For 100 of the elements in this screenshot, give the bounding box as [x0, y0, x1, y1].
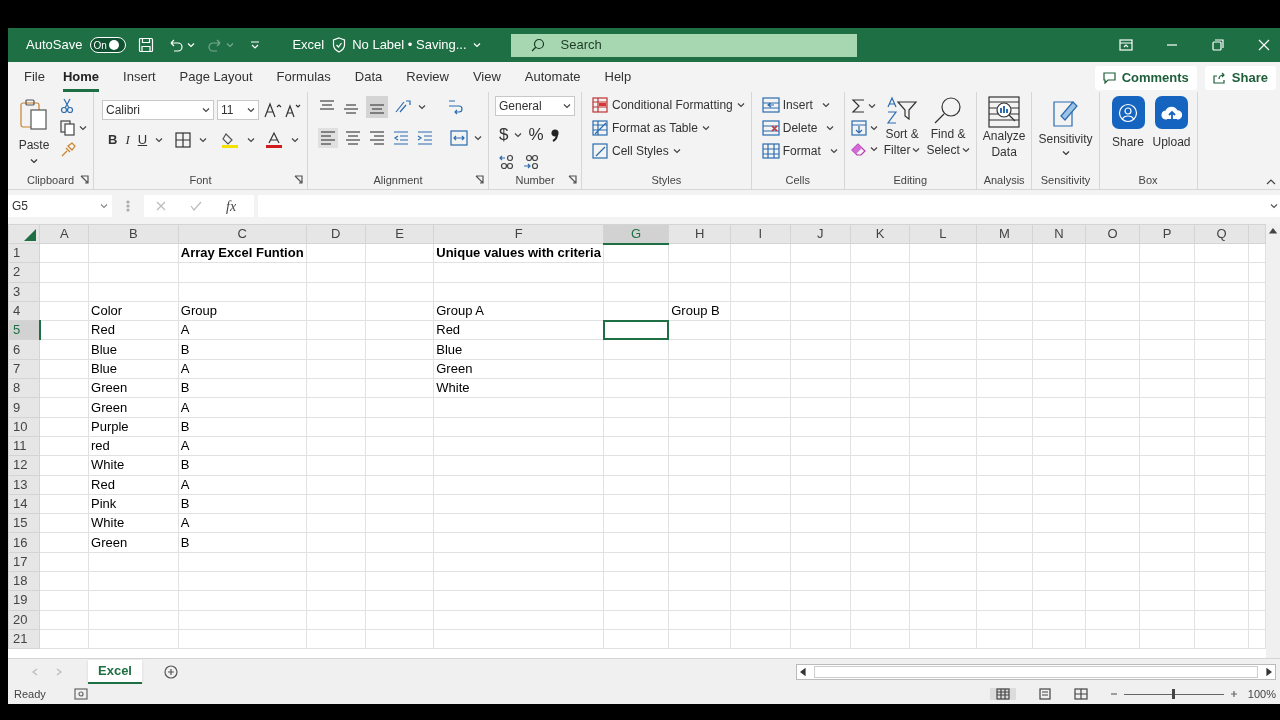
- caret-icon[interactable]: [701, 125, 710, 131]
- wrap-text-icon[interactable]: [446, 98, 464, 116]
- name-box[interactable]: G5: [8, 195, 112, 217]
- caret-icon[interactable]: [821, 102, 830, 108]
- zoom-in-icon[interactable]: [1229, 690, 1238, 698]
- caret-icon[interactable]: [247, 136, 256, 143]
- collapse-ribbon-icon[interactable]: [1266, 179, 1276, 185]
- ribbon-tab[interactable]: Formulas: [276, 64, 331, 92]
- vertical-scrollbar[interactable]: [1266, 224, 1280, 658]
- dialog-launcher-icon[interactable]: [475, 175, 484, 184]
- caret-icon[interactable]: [867, 103, 876, 109]
- shield-icon[interactable]: [332, 37, 347, 53]
- find-select-button[interactable]: Find & Select: [926, 96, 970, 158]
- close-icon[interactable]: [1258, 39, 1270, 51]
- caret-icon[interactable]: [199, 136, 208, 143]
- ribbon-tab[interactable]: Data: [354, 64, 383, 92]
- fill-down-icon[interactable]: [850, 120, 867, 136]
- column-header[interactable]: P: [1139, 224, 1195, 244]
- accessibility-icon[interactable]: [73, 688, 88, 700]
- ribbon-tab[interactable]: Review: [406, 64, 449, 92]
- dialog-launcher-icon[interactable]: [80, 175, 89, 184]
- sensitivity-button[interactable]: Sensitivity: [1038, 96, 1093, 156]
- cells-menu-button[interactable]: Delete: [761, 119, 838, 137]
- caret-icon[interactable]: [563, 103, 571, 109]
- sensitivity-label[interactable]: No Label • Saving...: [352, 35, 467, 55]
- column-header[interactable]: Q: [1194, 224, 1249, 244]
- caret-icon[interactable]: [1061, 150, 1070, 156]
- cells-menu-button[interactable]: Insert: [761, 96, 838, 114]
- customize-toolbar-icon[interactable]: [250, 41, 261, 49]
- page-break-view-icon[interactable]: [1073, 688, 1088, 700]
- active-cell[interactable]: [602, 320, 670, 341]
- caret-icon[interactable]: [736, 102, 745, 108]
- column-header[interactable]: F: [433, 224, 604, 244]
- column-header[interactable]: A: [39, 224, 89, 244]
- decrease-font-size-icon[interactable]: [285, 102, 301, 118]
- column-header[interactable]: D: [306, 224, 366, 244]
- caret-icon[interactable]: [912, 147, 921, 153]
- formula-input[interactable]: [258, 195, 1280, 217]
- italic-button[interactable]: I: [125, 130, 130, 150]
- normal-view-icon[interactable]: [995, 688, 1010, 700]
- add-sheet-icon[interactable]: [164, 664, 178, 679]
- caret-icon[interactable]: [826, 125, 835, 131]
- column-header[interactable]: G: [603, 224, 669, 244]
- zoom-slider[interactable]: [1123, 689, 1224, 699]
- autosave-toggle[interactable]: On: [90, 37, 127, 53]
- caret-icon[interactable]: [474, 135, 482, 141]
- ribbon-display-icon[interactable]: [1119, 39, 1133, 51]
- font-size-field[interactable]: 11: [217, 100, 259, 120]
- eraser-icon[interactable]: [850, 142, 867, 156]
- caret-icon[interactable]: [202, 107, 210, 113]
- restore-icon[interactable]: [1212, 39, 1224, 51]
- column-header[interactable]: E: [365, 224, 434, 244]
- caret-icon[interactable]: [672, 148, 681, 154]
- column-header[interactable]: L: [909, 224, 977, 244]
- caret-icon[interactable]: [829, 148, 838, 154]
- number-format-field[interactable]: General: [495, 96, 575, 116]
- column-header[interactable]: B: [88, 224, 179, 244]
- format-painter-icon[interactable]: [60, 142, 76, 158]
- ribbon-tab[interactable]: Home: [62, 64, 100, 92]
- ribbon-tab[interactable]: Automate: [524, 64, 581, 92]
- sum-icon[interactable]: [850, 98, 865, 114]
- scroll-left-icon[interactable]: [800, 667, 806, 676]
- paste-button[interactable]: Paste: [14, 96, 54, 164]
- caret-icon[interactable]: [1270, 203, 1278, 209]
- dialog-launcher-icon[interactable]: [568, 175, 577, 184]
- undo-icon[interactable]: [168, 37, 185, 53]
- save-icon[interactable]: [138, 37, 155, 53]
- align-left-icon[interactable]: [319, 129, 337, 147]
- scroll-up-icon[interactable]: [1269, 228, 1277, 234]
- percent-button[interactable]: %: [528, 122, 544, 148]
- merge-center-icon[interactable]: [450, 130, 468, 146]
- column-header[interactable]: M: [976, 224, 1033, 244]
- dialog-launcher-icon[interactable]: [294, 175, 303, 184]
- style-menu-button[interactable]: Format as Table: [592, 119, 745, 137]
- column-header[interactable]: C: [178, 224, 307, 244]
- currency-button[interactable]: $: [499, 122, 509, 148]
- sheet-tab[interactable]: Excel: [88, 659, 142, 684]
- font-name-field[interactable]: Calibri: [102, 100, 214, 120]
- align-right-icon[interactable]: [368, 129, 386, 147]
- font-color-icon[interactable]: [265, 130, 284, 149]
- increase-decimal-icon[interactable]: [499, 153, 515, 170]
- page-layout-view-icon[interactable]: [1037, 688, 1052, 700]
- ribbon-tab[interactable]: File: [24, 64, 45, 92]
- cells-menu-button[interactable]: Format: [761, 142, 838, 160]
- decrease-decimal-icon[interactable]: [523, 153, 539, 170]
- caret-icon[interactable]: [869, 146, 878, 152]
- caret-icon[interactable]: [291, 136, 300, 143]
- bold-button[interactable]: B: [108, 130, 118, 150]
- underline-button[interactable]: U: [137, 130, 148, 150]
- cut-icon[interactable]: [60, 98, 74, 114]
- caret-icon[interactable]: [155, 136, 164, 143]
- column-header[interactable]: H: [668, 224, 731, 244]
- style-menu-button[interactable]: Cell Styles: [592, 142, 745, 160]
- search-field[interactable]: Search: [510, 33, 857, 57]
- insert-function-button[interactable]: fx: [226, 195, 237, 217]
- column-header[interactable]: I: [730, 224, 790, 244]
- caret-icon[interactable]: [418, 104, 426, 110]
- caret-icon[interactable]: [869, 125, 878, 131]
- borders-icon[interactable]: [175, 131, 192, 148]
- share-button[interactable]: Share: [1204, 66, 1276, 90]
